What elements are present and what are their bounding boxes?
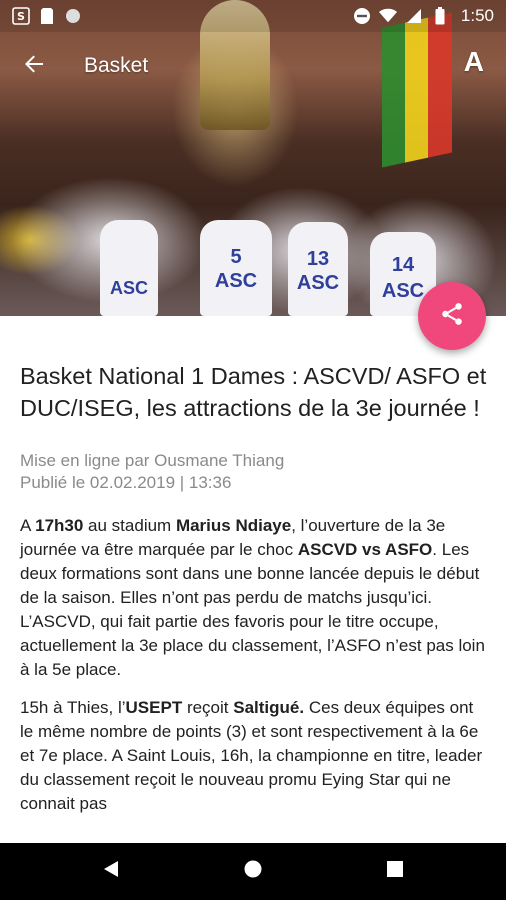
status-bar: S 1:50 [0, 0, 506, 32]
author-line: Mise en ligne par Ousmane Thiang [20, 451, 285, 470]
bold-text: USEPT [125, 698, 183, 717]
circle-icon [64, 7, 82, 25]
bold-text: ASCVD vs ASFO [297, 540, 433, 559]
app-bar: Basket A [0, 40, 506, 92]
article-meta: Mise en ligne par Ousmane Thiang Publié … [20, 450, 490, 494]
sd-card-icon [38, 7, 56, 25]
nav-home-icon [243, 859, 263, 884]
nav-recents-icon [386, 860, 404, 883]
article-title: Basket National 1 Dames : ASCVD/ ASFO et… [20, 363, 487, 421]
text: reçoit [182, 698, 234, 717]
do-not-disturb-icon [353, 7, 371, 25]
app-bar-title: Basket [84, 54, 149, 77]
paragraph: 15h à Thies, l’USEPT reçoit Saltigué. Ce… [20, 696, 490, 816]
jersey-team: ASC [109, 278, 148, 298]
date-line: Publié le 02.02.2019 | 13:36 [20, 473, 232, 492]
nav-back-button[interactable] [99, 860, 123, 884]
paragraph: A 17h30 au stadium Marius Ndiaye, l’ouve… [20, 514, 490, 682]
bold-text: Marius Ndiaye [175, 516, 292, 535]
nav-home-button[interactable] [241, 860, 265, 884]
article-content: Basket National 1 Dames : ASCVD/ ASFO et… [20, 360, 490, 830]
battery-icon [431, 7, 449, 25]
jersey-team: ASC [214, 270, 258, 292]
jersey: 13 ASC [288, 222, 348, 316]
jersey-number: 5 [230, 246, 242, 268]
jersey-team: ASC [296, 272, 340, 294]
text: 15h à Thies, l’ [20, 698, 126, 717]
nav-recents-button[interactable] [383, 860, 407, 884]
status-left: S [12, 7, 82, 25]
status-time: 1:50 [460, 6, 494, 25]
bold-text: 17h30 [35, 516, 84, 535]
text: au stadium [83, 516, 176, 535]
jersey-number: 13 [306, 248, 330, 270]
jersey-number: 14 [391, 254, 415, 276]
signal-icon [405, 7, 423, 25]
wifi-icon [378, 7, 397, 25]
navigation-bar [0, 843, 506, 900]
svg-text:S: S [17, 10, 25, 23]
share-button[interactable] [418, 282, 486, 350]
article-body: A 17h30 au stadium Marius Ndiaye, l’ouve… [20, 514, 490, 816]
status-right: 1:50 [353, 6, 494, 26]
jersey: ASC [100, 220, 158, 316]
nav-back-icon [102, 859, 120, 884]
text: A [20, 516, 36, 535]
arrow-back-icon [23, 53, 45, 80]
font-size-button[interactable]: A [464, 46, 484, 78]
bold-text: Saltigué. [233, 698, 305, 717]
jersey: 5 ASC [200, 220, 272, 316]
news-app-icon: S [12, 7, 30, 25]
share-icon [439, 301, 465, 332]
back-button[interactable] [6, 40, 62, 92]
text: . Les deux formations sont dans une bonn… [20, 540, 485, 679]
